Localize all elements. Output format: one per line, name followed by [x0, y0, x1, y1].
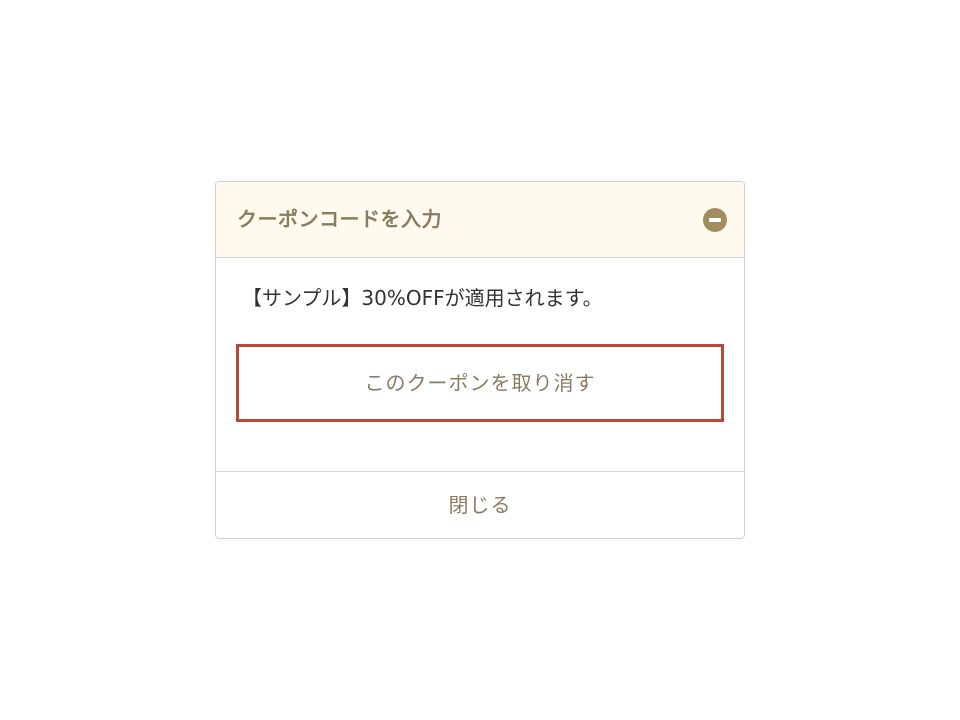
coupon-panel-title: クーポンコードを入力 — [237, 207, 442, 231]
coupon-panel: クーポンコードを入力 【サンプル】30%OFFが適用されます。 このクーポンを取… — [215, 181, 745, 539]
close-label: 閉じる — [448, 493, 512, 517]
page: クーポンコードを入力 【サンプル】30%OFFが適用されます。 このクーポンを取… — [0, 0, 960, 720]
cancel-coupon-button[interactable]: このクーポンを取り消す — [236, 344, 724, 422]
coupon-applied-message: 【サンプル】30%OFFが適用されます。 — [242, 286, 603, 310]
minus-circle-icon[interactable] — [703, 208, 727, 232]
minus-bar — [709, 218, 721, 222]
coupon-panel-header[interactable]: クーポンコードを入力 — [216, 182, 744, 258]
cancel-coupon-label: このクーポンを取り消す — [364, 371, 596, 395]
close-button[interactable]: 閉じる — [216, 472, 744, 538]
